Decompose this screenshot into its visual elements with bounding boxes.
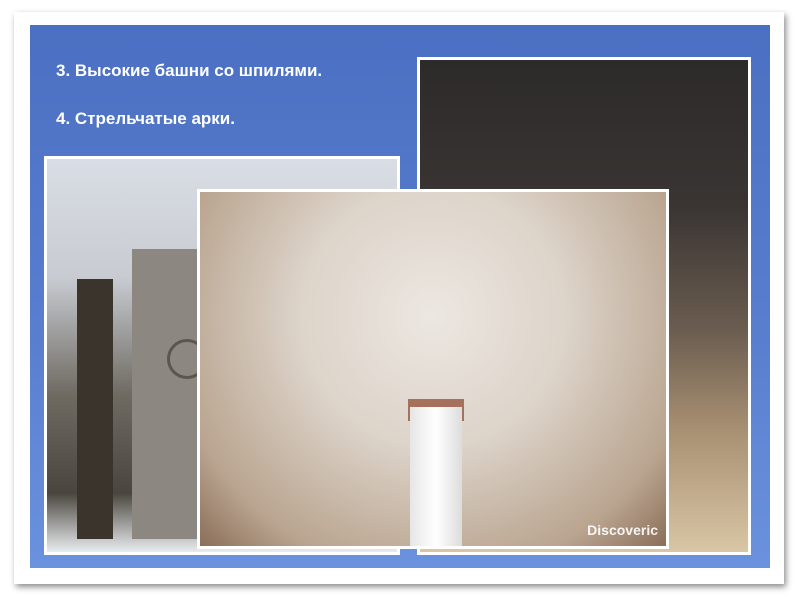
slide-text-line-3: 3. Высокие башни со шпилями. (56, 61, 323, 80)
tree-trunk (77, 279, 113, 539)
slide-text-line-4: 4. Стрельчатые арки. (56, 109, 235, 128)
column (410, 407, 462, 546)
watermark: Discoveric (587, 522, 658, 538)
photo-vaulted-ceiling: Discoveric (197, 189, 669, 549)
